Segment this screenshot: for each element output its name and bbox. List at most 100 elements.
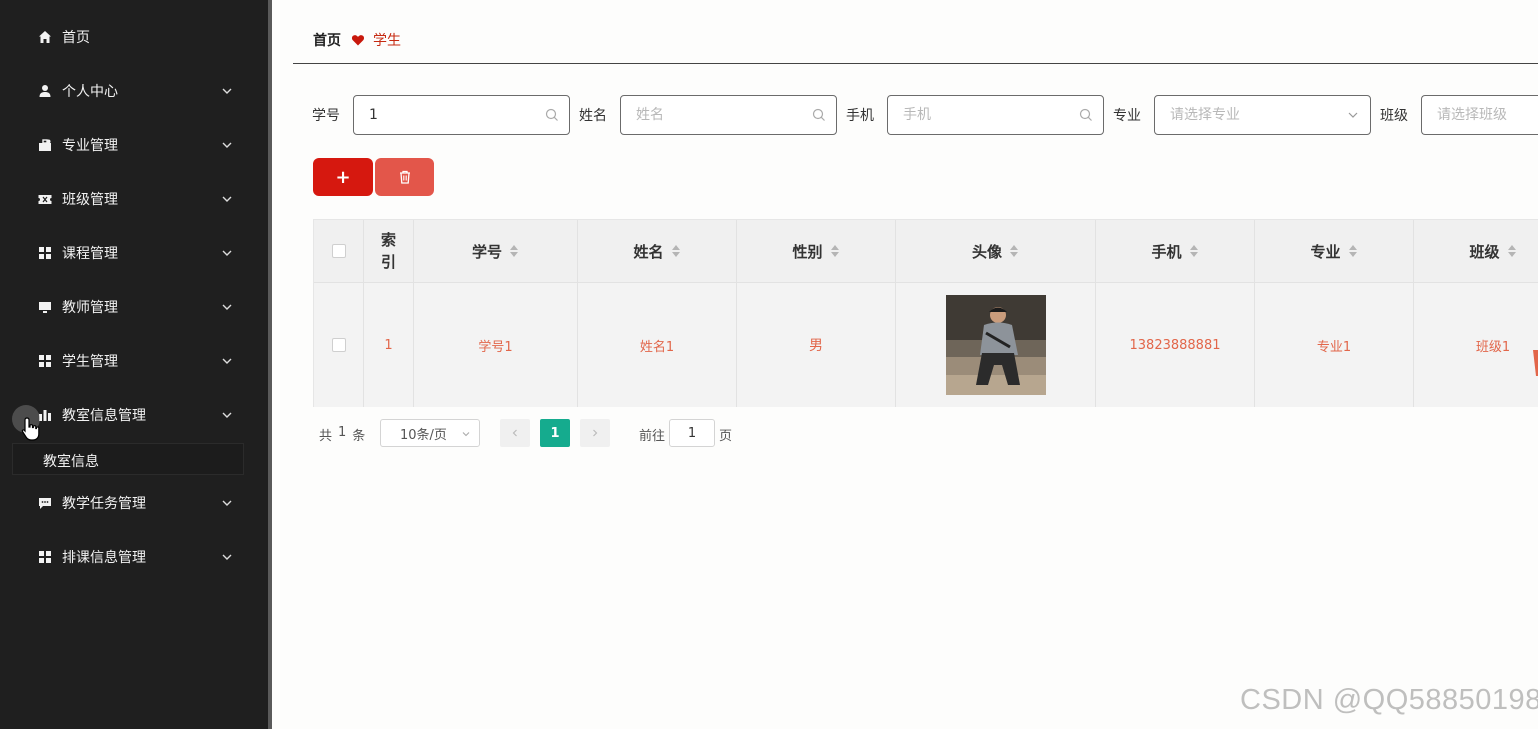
sidebar-item-teacher[interactable]: 教师管理 [0,280,268,334]
goto-suffix: 页 [719,429,733,444]
name-label: 姓名 [579,108,607,124]
submenu-classroom-info[interactable]: 教室信息 [12,443,244,475]
sort-icon[interactable] [509,244,519,258]
chevron-down-icon [222,142,232,148]
ticket-icon [38,192,52,206]
name-input[interactable] [636,96,806,134]
prev-page-button[interactable] [500,419,530,447]
chevron-down-icon [222,196,232,202]
search-icon [545,108,558,121]
total-prefix: 共 [319,429,333,444]
table-header-index: 索引 [364,220,414,283]
row-action-button-partial[interactable] [1529,350,1538,376]
table-header-name[interactable]: 姓名 [578,220,737,283]
avatar[interactable] [945,295,1046,395]
phone-search-box [887,95,1104,135]
table-header-major[interactable]: 专业 [1255,220,1414,283]
chevron-down-icon [222,554,232,560]
table-header-phone[interactable]: 手机 [1096,220,1255,283]
sidebar-item-label: 首页 [62,30,90,46]
grid-icon [38,354,52,368]
sort-icon[interactable] [1507,244,1517,258]
sidebar-item-home[interactable]: 首页 [0,10,268,64]
table-header-select [314,220,364,283]
table-header-class[interactable]: 班级 [1414,220,1538,283]
class-select[interactable] [1421,95,1538,135]
watermark: CSDN @QQ58850198 [1240,684,1538,716]
cell-index: 1 [364,283,414,407]
goto-page-input[interactable]: 1 [669,419,715,447]
student-no-search-box [353,95,570,135]
breadcrumb-home[interactable]: 首页 [313,30,341,50]
sidebar-item-schedule[interactable]: 排课信息管理 [0,530,268,584]
sidebar-item-label: 课程管理 [62,246,118,262]
heart-icon [351,35,365,46]
header-divider [293,63,1538,64]
sidebar-item-label: 排课信息管理 [62,550,146,566]
sidebar-divider [268,0,272,729]
chevron-down-icon [222,304,232,310]
home-icon [38,30,52,44]
cell-phone: 13823888881 [1096,283,1255,407]
header-label: 学号 [471,242,502,261]
sort-icon[interactable] [830,244,840,258]
sidebar-item-teaching-task[interactable]: 教学任务管理 [0,476,268,530]
cell-student-no: 学号1 [414,283,578,407]
cell-major: 专业1 [1255,283,1414,407]
total-count: 1 [338,425,347,440]
select-all-checkbox[interactable] [331,244,346,258]
sidebar-item-class[interactable]: 班级管理 [0,172,268,226]
table-header-gender[interactable]: 性别 [737,220,896,283]
header-index-line1: 索 [380,231,396,249]
sidebar-item-label: 教学任务管理 [62,496,146,512]
next-page-button[interactable] [580,419,610,447]
chevron-down-icon [222,412,232,418]
grid-icon [38,550,52,564]
sidebar-item-student[interactable]: 学生管理 [0,334,268,388]
user-icon [38,84,52,98]
sort-icon[interactable] [671,244,681,258]
sort-icon[interactable] [1348,244,1358,258]
header-label: 姓名 [633,242,664,261]
delete-button[interactable] [375,158,434,196]
sidebar-item-profile[interactable]: 个人中心 [0,64,268,118]
student-no-input[interactable] [369,96,539,134]
hand-cursor-icon [21,417,40,441]
cell-name: 姓名1 [578,283,737,407]
add-button-label: + [335,166,351,188]
table-header-avatar[interactable]: 头像 [896,220,1096,283]
cell-avatar [896,283,1096,407]
chevron-down-icon [222,88,232,94]
header-label: 班级 [1469,242,1500,261]
page-number-current[interactable]: 1 [540,419,570,447]
chevron-right-icon [593,429,598,437]
header-label: 专业 [1310,242,1341,261]
student-table: 索引 学号 姓名 性别 头像 手机 专业 班级 1 学号1 姓名1 男 1382… [313,219,1538,407]
sidebar-item-label: 教室信息管理 [62,408,146,424]
page-size-select[interactable]: 10条/页 [380,419,480,447]
monitor-icon [38,300,52,314]
sidebar-item-major[interactable]: 专业管理 [0,118,268,172]
class-select-input[interactable] [1437,96,1537,134]
table-header-student-no[interactable]: 学号 [414,220,578,283]
chevron-down-icon [222,250,232,256]
sort-icon[interactable] [1189,244,1199,258]
sidebar-item-course[interactable]: 课程管理 [0,226,268,280]
sort-icon[interactable] [1009,244,1019,258]
header-index-line2: 引 [380,253,396,271]
sidebar-item-label: 学生管理 [62,354,118,370]
phone-input[interactable] [903,96,1073,134]
major-select[interactable] [1154,95,1371,135]
sidebar-item-label: 个人中心 [62,84,118,100]
search-icon [1079,108,1092,121]
add-button[interactable]: + [313,158,373,196]
student-no-label: 学号 [312,108,340,124]
cell-gender: 男 [737,283,896,407]
row-checkbox[interactable] [331,338,346,352]
major-select-input[interactable] [1170,96,1340,134]
major-label: 专业 [1113,108,1141,124]
breadcrumb-current: 学生 [373,33,401,49]
chat-icon [38,496,52,510]
pagination-total: 共 1 条 [319,425,365,444]
total-suffix: 条 [352,429,366,444]
